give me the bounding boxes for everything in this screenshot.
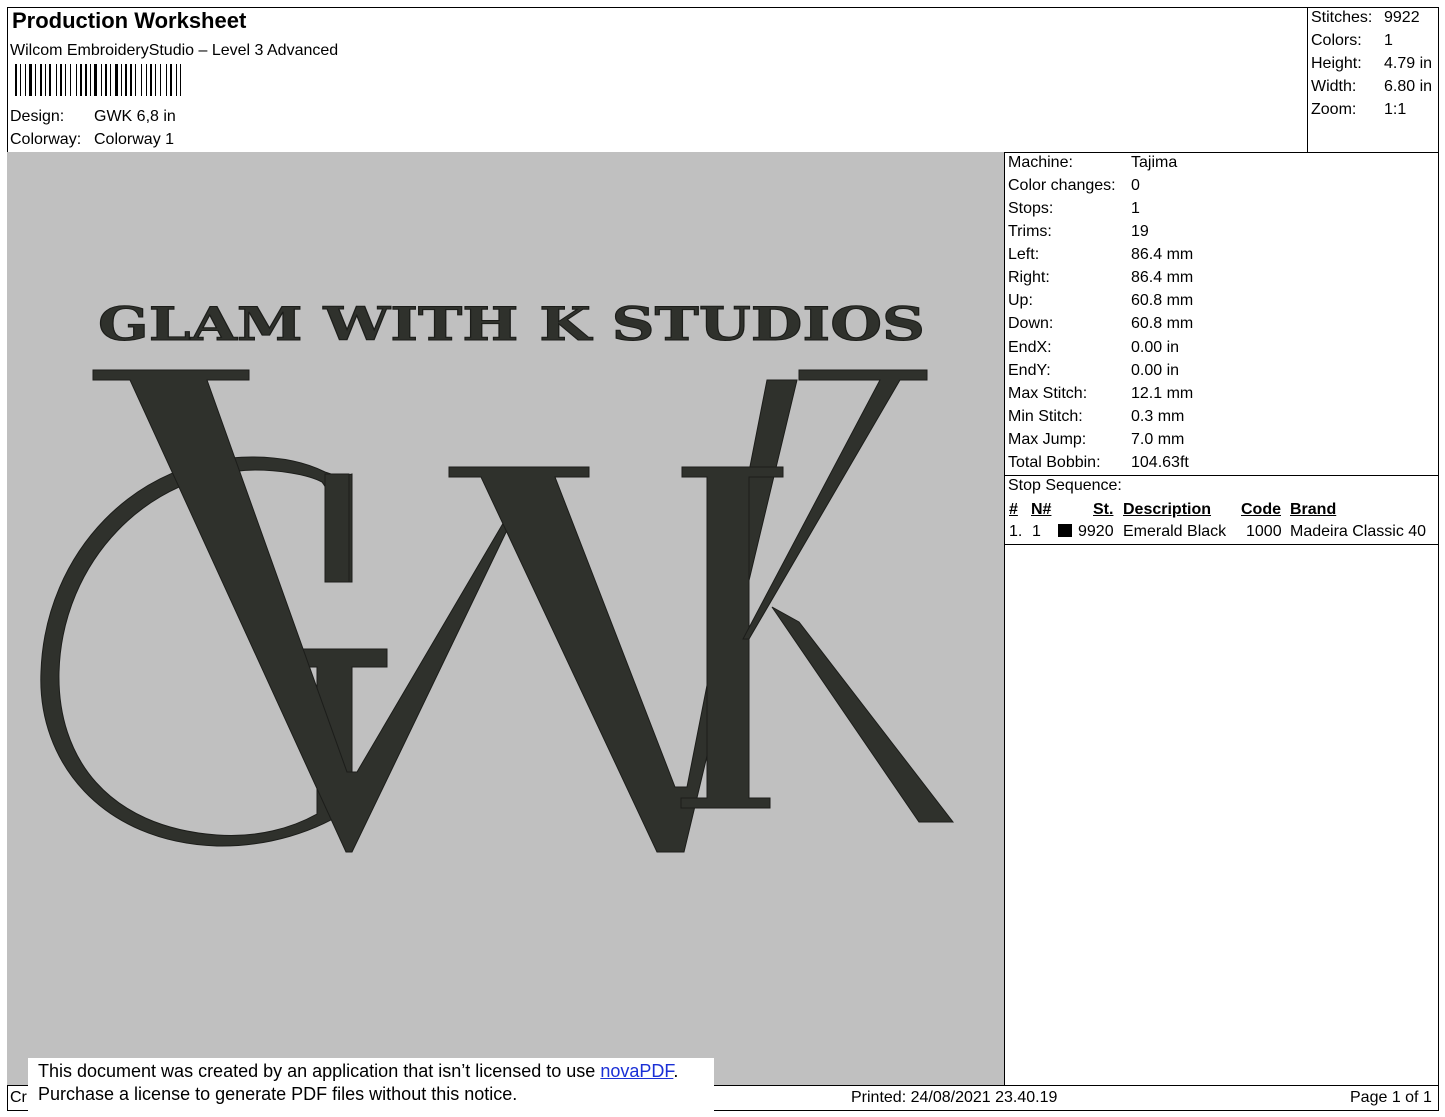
colorway-label: Colorway: — [10, 131, 82, 148]
table-cell-st: 9920 — [1078, 523, 1114, 540]
info-value: 0 — [1131, 177, 1140, 194]
stop-sequence-title: Stop Sequence: — [1008, 477, 1122, 494]
design-top-text: GLAM WITH K STUDIOS — [98, 297, 925, 351]
page-title: Production Worksheet — [12, 8, 247, 33]
info-label: Max Stitch: — [1008, 385, 1088, 402]
divider — [1004, 544, 1439, 545]
info-label: Up: — [1008, 292, 1033, 309]
novapdf-link[interactable]: novaPDF — [600, 1061, 673, 1081]
info-label: Right: — [1008, 269, 1050, 286]
info-value: 0.3 mm — [1131, 408, 1185, 425]
table-cell-code: 1000 — [1246, 523, 1282, 540]
col-header-num: # — [1009, 501, 1018, 518]
info-label: Trims: — [1008, 223, 1052, 240]
info-value: 0.00 in — [1131, 362, 1180, 379]
summary-width-label: Width: — [1311, 78, 1357, 95]
summary-colors-value: 1 — [1384, 32, 1393, 49]
printed-date: Printed: 24/08/2021 23.40.19 — [851, 1089, 1058, 1106]
info-value: 60.8 mm — [1131, 292, 1194, 309]
software-name: Wilcom EmbroideryStudio – Level 3 Advanc… — [10, 42, 339, 59]
info-label: Min Stitch: — [1008, 408, 1083, 425]
col-header-description: Description — [1123, 501, 1212, 518]
license-notice: This document was created by an applicat… — [28, 1058, 714, 1112]
info-label: EndX: — [1008, 339, 1052, 356]
monogram-v — [92, 369, 511, 853]
summary-colors-label: Colors: — [1311, 32, 1362, 49]
color-swatch — [1058, 524, 1072, 537]
summary-zoom-value: 1:1 — [1384, 101, 1407, 118]
summary-stitches-label: Stitches: — [1311, 9, 1373, 26]
info-label: Max Jump: — [1008, 431, 1087, 448]
info-value: 19 — [1131, 223, 1149, 240]
info-value: 60.8 mm — [1131, 315, 1194, 332]
info-label: Stops: — [1008, 200, 1054, 217]
summary-height-value: 4.79 in — [1384, 55, 1433, 72]
info-value: 0.00 in — [1131, 339, 1180, 356]
design-label: Design: — [10, 108, 65, 125]
info-value: 104.63ft — [1131, 454, 1189, 471]
design-value: GWK 6,8 in — [94, 108, 176, 125]
info-value: 86.4 mm — [1131, 246, 1194, 263]
embroidery-design: GLAM WITH K STUDIOS — [40, 297, 955, 853]
table-cell-num: 1. — [1009, 523, 1023, 540]
table-cell-brand: Madeira Classic 40 — [1290, 523, 1427, 540]
table-cell-description: Emerald Black — [1123, 523, 1227, 540]
col-header-st: St. — [1093, 501, 1114, 518]
info-value: 7.0 mm — [1131, 431, 1185, 448]
info-value: 12.1 mm — [1131, 385, 1194, 402]
info-label: Total Bobbin: — [1008, 454, 1101, 471]
table-cell-n: 1 — [1032, 523, 1041, 540]
colorway-value: Colorway 1 — [94, 131, 175, 148]
info-value: Tajima — [1131, 154, 1178, 171]
col-header-brand: Brand — [1290, 501, 1337, 518]
summary-zoom-label: Zoom: — [1311, 101, 1357, 118]
notice-text: This document was created by an applicat… — [38, 1061, 601, 1081]
info-value: 86.4 mm — [1131, 269, 1194, 286]
col-header-n: N# — [1031, 501, 1052, 518]
info-label: Left: — [1008, 246, 1040, 263]
info-panel — [1004, 152, 1439, 1086]
design-preview: GLAM WITH K STUDIOS — [7, 152, 1005, 1086]
info-label: Color changes: — [1008, 177, 1116, 194]
notice-period: . — [673, 1061, 679, 1081]
info-label: EndY: — [1008, 362, 1051, 379]
summary-height-label: Height: — [1311, 55, 1362, 72]
info-label: Machine: — [1008, 154, 1073, 171]
summary-width-value: 6.80 in — [1384, 78, 1433, 95]
monogram-k-leg — [771, 606, 955, 823]
page-number: Page 1 of 1 — [1350, 1089, 1432, 1106]
footer-left-text: Cr — [10, 1089, 27, 1106]
info-label: Down: — [1008, 315, 1054, 332]
notice-line-2: Purchase a license to generate PDF files… — [38, 1084, 518, 1104]
summary-stitches-value: 9922 — [1384, 9, 1420, 26]
barcode — [15, 64, 181, 96]
notice-line-1: This document was created by an applicat… — [38, 1060, 714, 1083]
info-value: 1 — [1131, 200, 1140, 217]
col-header-code: Code — [1241, 501, 1281, 518]
